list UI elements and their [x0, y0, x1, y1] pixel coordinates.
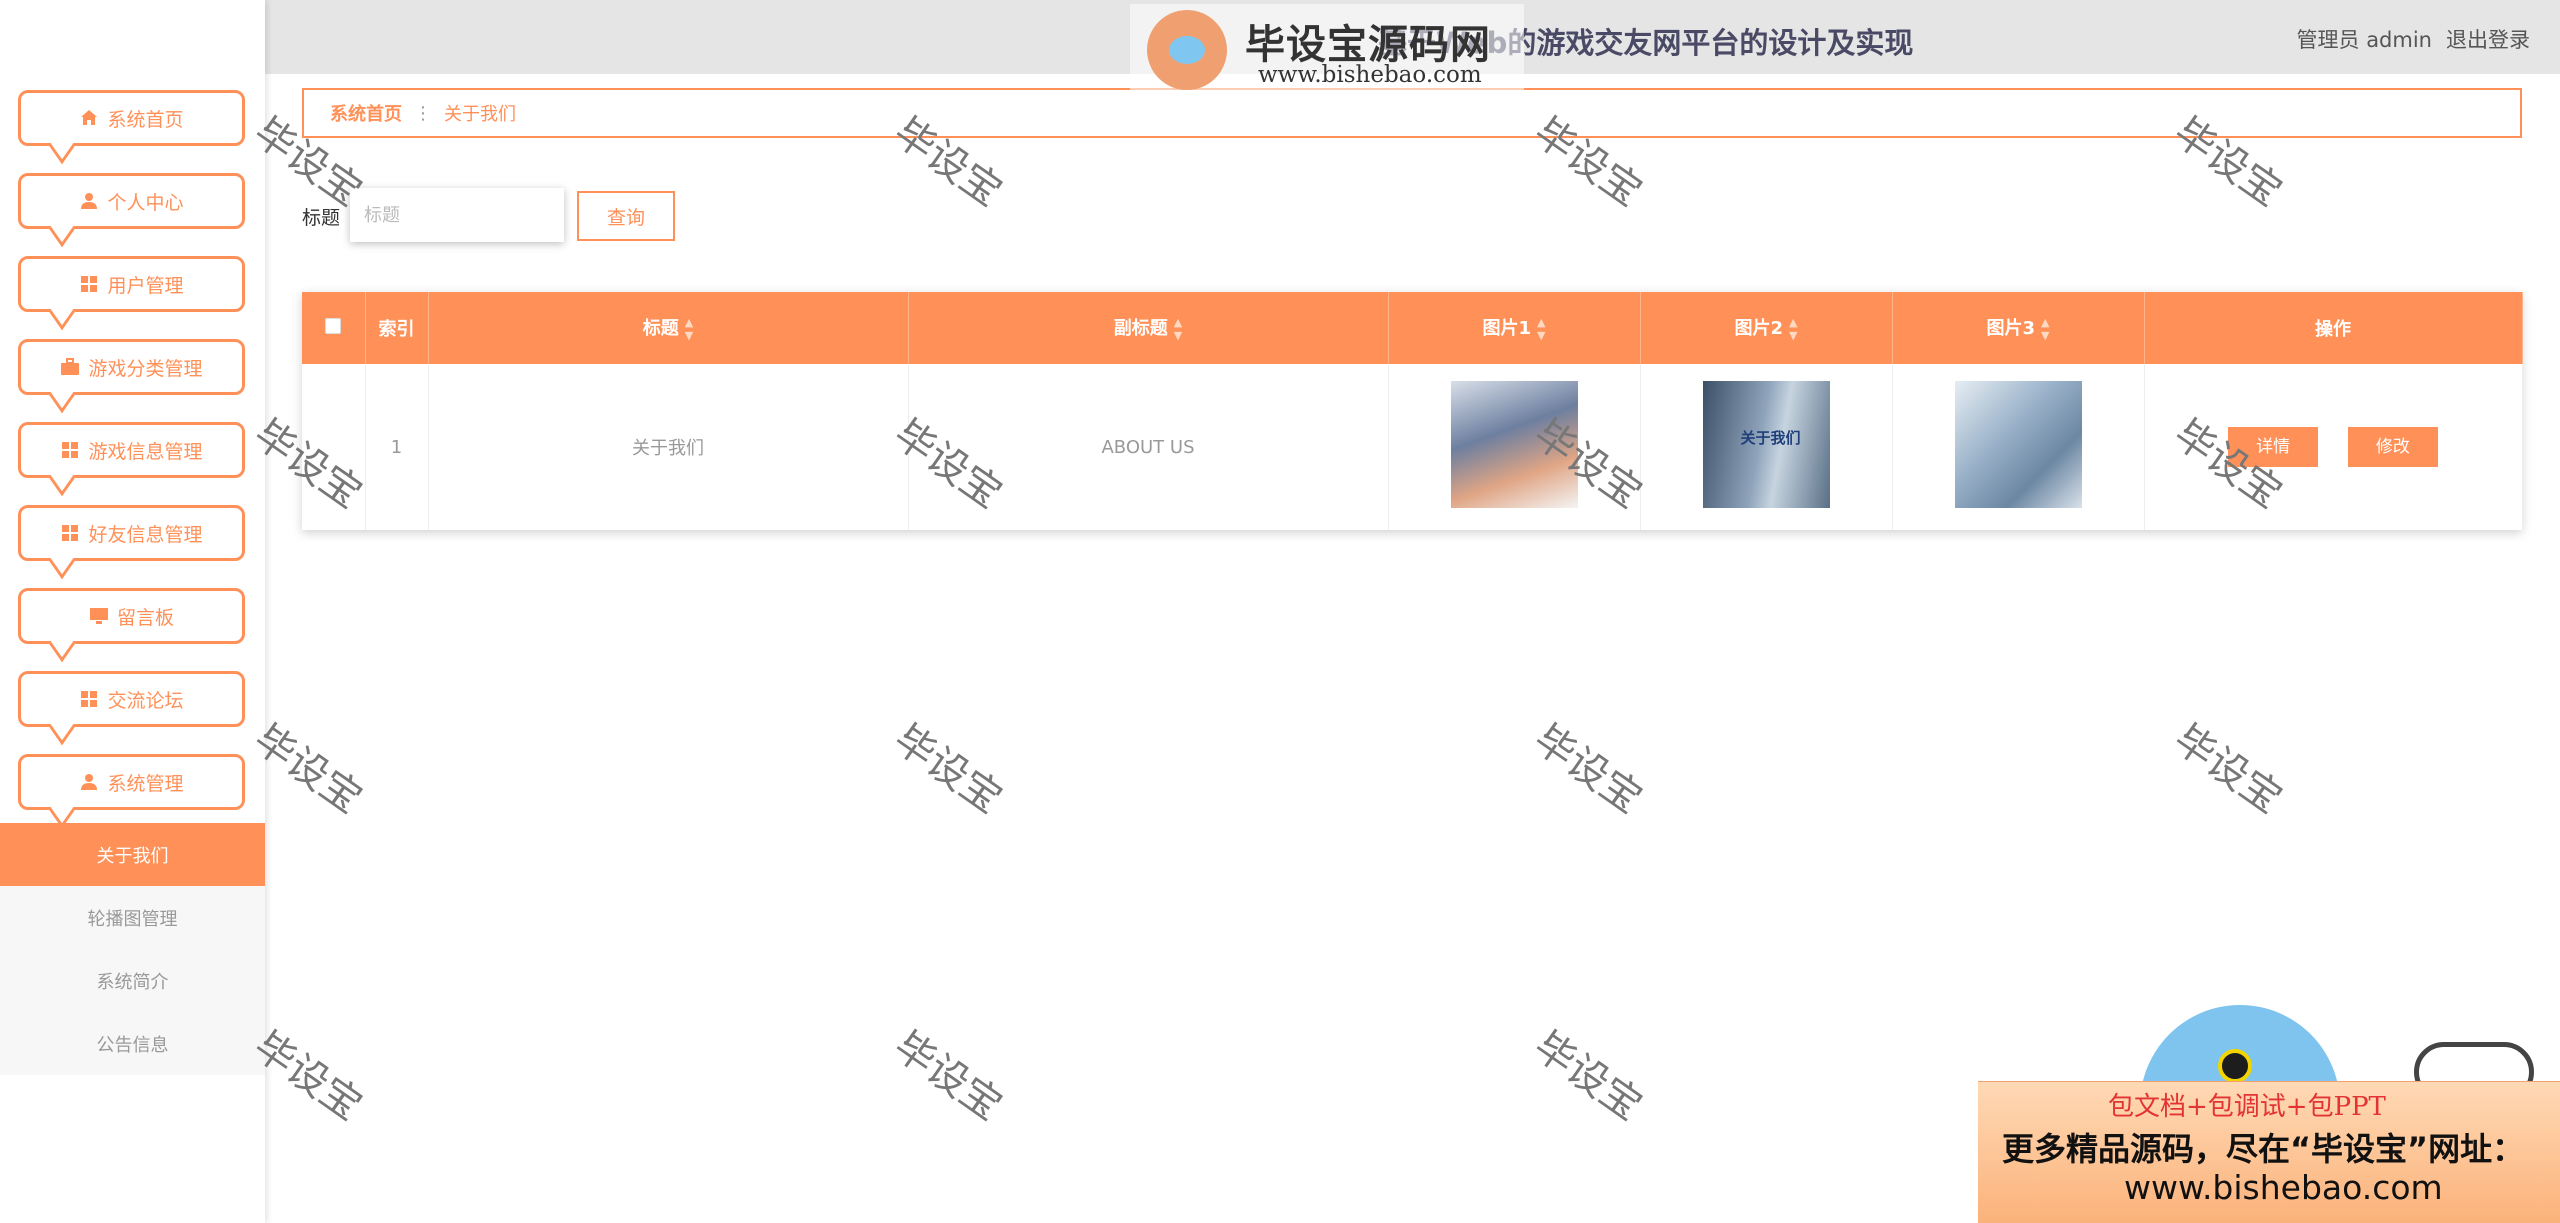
sidebar-item-system[interactable]: 系统管理	[18, 754, 245, 829]
sidebar-item-label: 交流论坛	[107, 689, 184, 712]
row-subtitle: ABOUT US	[908, 364, 1389, 530]
user-area: 管理员 admin 退出登录	[2297, 24, 2530, 54]
column-label: 图片3	[1986, 318, 2036, 339]
about-image-2[interactable]: 关于我们	[1702, 381, 1830, 508]
row-image3-cell	[1892, 364, 2145, 530]
column-label: 副标题	[1113, 318, 1168, 339]
row-select-cell	[302, 364, 366, 530]
row-image1-cell	[1388, 364, 1641, 530]
column-header-index: 索引	[365, 292, 429, 364]
home-icon	[79, 108, 99, 128]
column-label: 标题	[642, 318, 679, 339]
breadcrumb: 系统首页 ⋮ 关于我们	[302, 88, 2522, 138]
sidebar-item-label: 系统首页	[107, 108, 184, 131]
sidebar-item-home[interactable]: 系统首页	[18, 90, 245, 165]
watermark-text: 毕设宝	[885, 1023, 1011, 1130]
sidebar-item-users[interactable]: 用户管理	[18, 256, 245, 331]
column-header-image2[interactable]: 图片2 ▲ ▼	[1640, 292, 1893, 364]
table-row: 1 关于我们 ABOUT US 关于我们 详情 修改	[302, 364, 2523, 530]
breadcrumb-home[interactable]: 系统首页	[330, 100, 402, 126]
row-image2-cell: 关于我们	[1640, 364, 1893, 530]
sort-icon[interactable]: ▲ ▼	[685, 316, 693, 342]
watermark-text: 毕设宝	[2165, 716, 2291, 823]
sort-icon[interactable]: ▲ ▼	[1537, 316, 1545, 342]
user-icon	[79, 772, 99, 792]
promo-url: www.bishebao.com	[2124, 1168, 2443, 1207]
submenu-about-us[interactable]: 关于我们	[0, 823, 265, 886]
image-sign-text: 关于我们	[1740, 429, 1801, 447]
breadcrumb-current: 关于我们	[444, 104, 516, 125]
system-submenu: 关于我们 轮播图管理 系统简介 公告信息	[0, 823, 265, 1075]
sidebar-item-forum[interactable]: 交流论坛	[18, 671, 245, 746]
sort-icon[interactable]: ▲ ▼	[2041, 316, 2049, 342]
row-title: 关于我们	[428, 364, 909, 530]
submenu-carousel[interactable]: 轮播图管理	[0, 886, 265, 949]
row-index: 1	[365, 364, 429, 530]
submenu-system-intro[interactable]: 系统简介	[0, 949, 265, 1012]
sidebar-item-friend-info[interactable]: 好友信息管理	[18, 505, 245, 580]
sidebar-item-label: 用户管理	[107, 274, 184, 297]
logo-mascot-icon	[1147, 10, 1227, 90]
promo-banner[interactable]: 包文档+包调试+包PPT 更多精品源码，尽在“毕设宝”网址： www.bishe…	[1978, 1081, 2560, 1223]
sort-icon[interactable]: ▲ ▼	[1174, 316, 1182, 342]
sidebar-item-label: 系统管理	[107, 772, 184, 795]
column-label: 图片1	[1482, 318, 1532, 339]
sidebar-item-game-info[interactable]: 游戏信息管理	[18, 422, 245, 497]
edit-button[interactable]: 修改	[2347, 427, 2438, 467]
promo-line-2: 更多精品源码，尽在“毕设宝”网址：	[2002, 1130, 2525, 1168]
grid-icon	[60, 440, 80, 460]
search-label: 标题	[302, 207, 341, 229]
watermark-text: 毕设宝	[1525, 1023, 1651, 1130]
detail-button[interactable]: 详情	[2228, 427, 2319, 467]
sort-icon[interactable]: ▲ ▼	[1789, 316, 1797, 342]
briefcase-icon	[60, 357, 80, 377]
sidebar-item-label: 好友信息管理	[88, 523, 203, 546]
data-table: 索引 标题 ▲ ▼ 副标题 ▲ ▼ 图片1 ▲ ▼ 图片2 ▲ ▼ 图片3 ▲ ▼ 操作 1 关于我…	[302, 292, 2523, 530]
search-button[interactable]: 查询	[577, 191, 675, 241]
column-header-image1[interactable]: 图片1 ▲ ▼	[1388, 292, 1641, 364]
submenu-announcements[interactable]: 公告信息	[0, 1012, 265, 1075]
column-header-actions: 操作	[2144, 292, 2523, 364]
column-label: 索引	[378, 319, 415, 340]
user-label: 管理员 admin	[2296, 28, 2432, 52]
sidebar-item-label: 游戏信息管理	[88, 440, 203, 463]
logout-link[interactable]: 退出登录	[2446, 24, 2530, 54]
about-image-1[interactable]	[1450, 381, 1578, 508]
column-label: 图片2	[1734, 318, 1784, 339]
column-header-title[interactable]: 标题 ▲ ▼	[428, 292, 909, 364]
select-all-checkbox[interactable]	[325, 317, 342, 334]
row-actions-cell: 详情 修改	[2144, 364, 2523, 530]
monitor-icon	[89, 606, 109, 626]
sidebar-item-message-board[interactable]: 留言板	[18, 588, 245, 663]
promo-line-1: 包文档+包调试+包PPT	[2108, 1092, 2386, 1122]
watermark-text: 毕设宝	[1525, 716, 1651, 823]
sidebar-item-profile[interactable]: 个人中心	[18, 173, 245, 248]
select-all-header	[302, 292, 366, 364]
table-header-row: 索引 标题 ▲ ▼ 副标题 ▲ ▼ 图片1 ▲ ▼ 图片2 ▲ ▼ 图片3 ▲ ▼ 操作	[302, 292, 2523, 364]
grid-icon	[79, 274, 99, 294]
sidebar-item-label: 游戏分类管理	[88, 357, 203, 380]
sidebar: 系统首页 个人中心 用户管理 游戏分类管理 游戏信息管理 好友信息管理 留言板 …	[0, 0, 265, 1223]
column-label: 操作	[2315, 319, 2351, 340]
sidebar-item-label: 个人中心	[107, 191, 184, 214]
logo-url: www.bishebao.com	[1258, 62, 1482, 88]
column-header-subtitle[interactable]: 副标题 ▲ ▼	[908, 292, 1389, 364]
watermark-text: 毕设宝	[885, 716, 1011, 823]
breadcrumb-separator: ⋮	[414, 102, 432, 124]
title-search-input[interactable]	[350, 188, 564, 242]
user-icon	[79, 191, 99, 211]
about-image-3[interactable]	[1954, 381, 2082, 508]
sidebar-item-game-category[interactable]: 游戏分类管理	[18, 339, 245, 414]
sidebar-item-label: 留言板	[116, 606, 174, 629]
column-header-image3[interactable]: 图片3 ▲ ▼	[1892, 292, 2145, 364]
grid-icon	[60, 523, 80, 543]
grid-icon	[79, 689, 99, 709]
